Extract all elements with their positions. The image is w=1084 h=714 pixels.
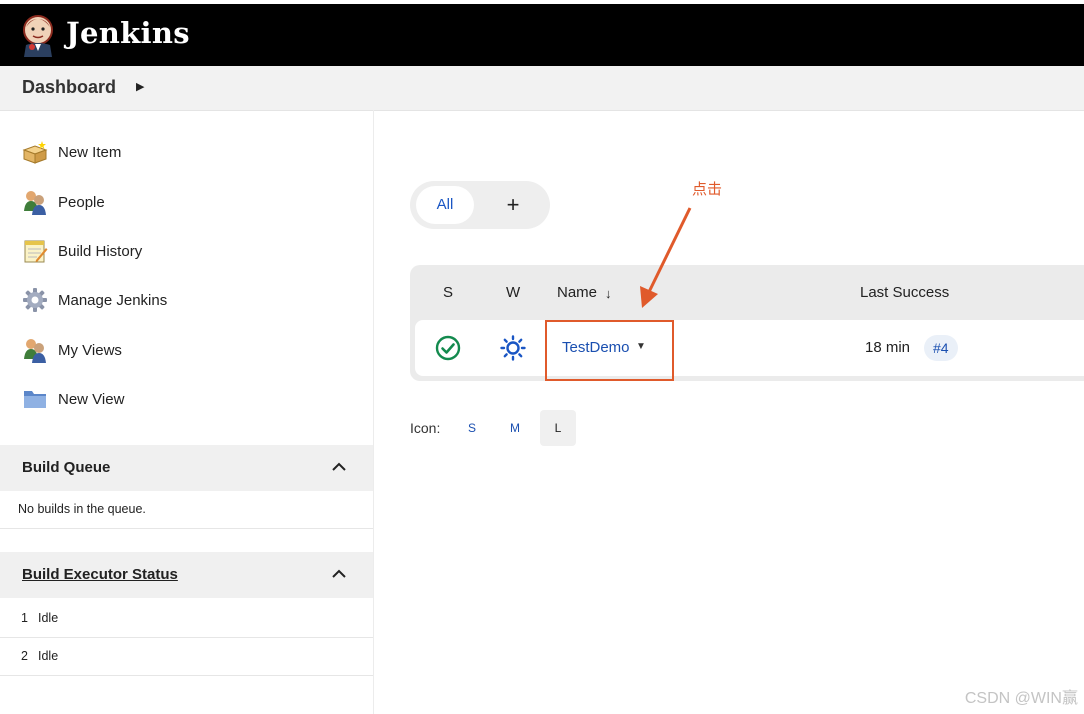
column-header-weather[interactable]: W bbox=[506, 284, 520, 301]
executor-status: Idle bbox=[38, 611, 59, 625]
sunny-weather-icon bbox=[500, 335, 526, 361]
icon-size-large[interactable]: L bbox=[540, 410, 576, 446]
chevron-up-icon[interactable] bbox=[331, 566, 347, 582]
build-queue-empty-text: No builds in the queue. bbox=[18, 502, 146, 516]
executor-number: 1 bbox=[21, 611, 28, 625]
sidebar-item-label: Manage Jenkins bbox=[58, 291, 168, 309]
column-header-last-success[interactable]: Last Success bbox=[860, 284, 949, 301]
view-tabs: All + bbox=[410, 181, 550, 229]
icon-size-label: Icon: bbox=[410, 420, 441, 436]
sidebar-item-new-item[interactable]: New Item bbox=[22, 137, 121, 167]
people-icon bbox=[24, 339, 46, 363]
breadcrumb-chevron-icon[interactable]: ▶ bbox=[136, 80, 144, 93]
icon-size-medium[interactable]: M bbox=[497, 410, 533, 446]
jenkins-dashboard: Jenkins Dashboard ▶ New Item People Buil… bbox=[0, 0, 1084, 714]
executor-status-header: Build Executor Status bbox=[0, 552, 373, 598]
executor-status: Idle bbox=[38, 649, 59, 663]
top-header: Jenkins bbox=[0, 4, 1084, 66]
sidebar-item-new-view[interactable]: New View bbox=[22, 384, 124, 414]
folder-icon bbox=[24, 391, 46, 408]
executor-number: 2 bbox=[21, 649, 28, 663]
sidebar-item-label: My Views bbox=[58, 341, 122, 359]
breadcrumb-dashboard[interactable]: Dashboard bbox=[22, 77, 116, 98]
build-queue-title: Build Queue bbox=[22, 459, 111, 476]
sidebar-item-label: New View bbox=[58, 390, 125, 408]
tab-all[interactable]: All bbox=[416, 186, 474, 224]
sidebar-item-label: New Item bbox=[58, 143, 122, 161]
executor-status-title[interactable]: Build Executor Status bbox=[22, 566, 178, 583]
people-icon bbox=[24, 191, 46, 215]
sidebar: New Item People Build History Manage Jen… bbox=[0, 110, 374, 714]
watermark: CSDN @WIN赢 bbox=[964, 690, 1078, 707]
sidebar-item-manage-jenkins[interactable]: Manage Jenkins bbox=[22, 285, 167, 315]
jobs-table: S W Name ↓ Last Success TestDemo ▼ 18 mi… bbox=[410, 265, 1084, 381]
executor-row: 1 Idle bbox=[0, 600, 373, 638]
sidebar-item-people[interactable]: People bbox=[22, 187, 105, 217]
breadcrumb: Dashboard ▶ bbox=[0, 66, 1084, 111]
column-header-name[interactable]: Name bbox=[557, 284, 597, 301]
table-row: TestDemo ▼ 18 min #4 bbox=[415, 320, 1084, 376]
sidebar-item-label: People bbox=[58, 193, 105, 211]
build-number-link[interactable]: #4 bbox=[924, 335, 958, 361]
jenkins-logo-icon[interactable] bbox=[18, 13, 58, 57]
sidebar-item-label: Build History bbox=[58, 242, 143, 260]
new-item-box-icon bbox=[22, 141, 48, 164]
annotation-arrow-icon bbox=[640, 207, 692, 308]
sort-arrow-icon: ↓ bbox=[605, 286, 612, 301]
sidebar-item-build-history[interactable]: Build History bbox=[22, 236, 142, 266]
chevron-up-icon[interactable] bbox=[331, 459, 347, 475]
build-queue-header: Build Queue bbox=[0, 445, 373, 491]
executor-row: 2 Idle bbox=[0, 638, 373, 676]
annotation-highlight-box bbox=[545, 320, 674, 381]
last-success-time: 18 min bbox=[865, 339, 911, 356]
brand-title[interactable]: Jenkins bbox=[66, 16, 190, 50]
build-queue-empty: No builds in the queue. bbox=[0, 491, 373, 529]
notepad-icon bbox=[24, 240, 48, 263]
column-header-status[interactable]: S bbox=[443, 284, 453, 301]
gear-icon bbox=[23, 288, 47, 312]
icon-size-small[interactable]: S bbox=[454, 410, 490, 446]
add-view-button[interactable]: + bbox=[494, 186, 532, 224]
success-check-icon bbox=[435, 335, 461, 361]
sidebar-item-my-views[interactable]: My Views bbox=[22, 335, 122, 365]
